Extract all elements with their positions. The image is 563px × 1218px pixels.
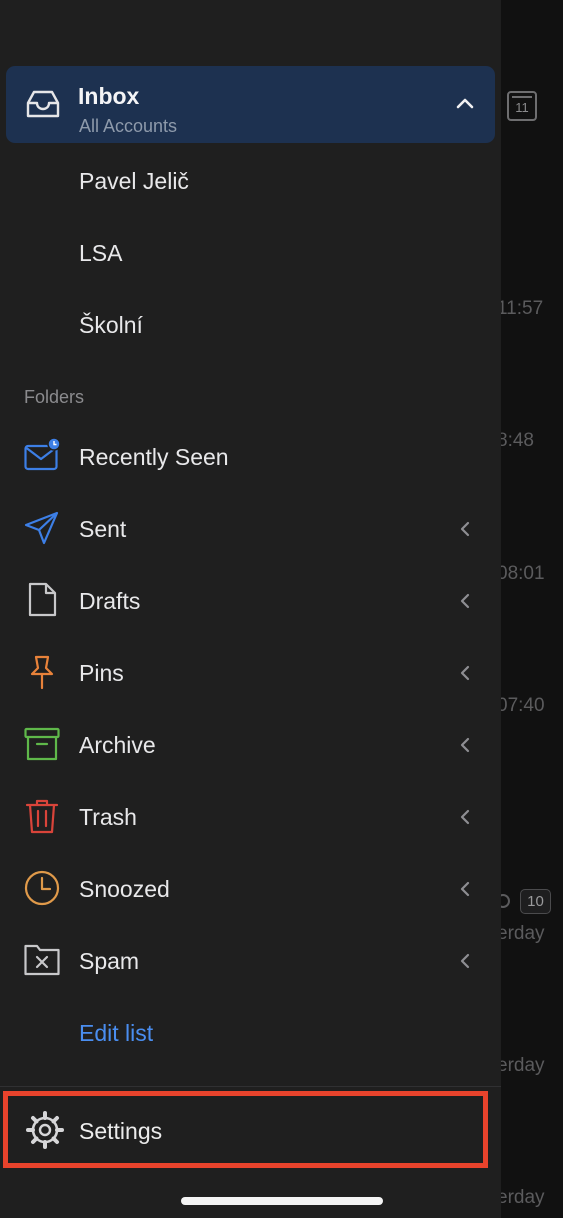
folder-label: Drafts [79,588,141,614]
thread-count-badge: 10 [520,889,551,914]
settings-button[interactable]: Settings [3,1091,488,1168]
account-item[interactable]: LSA [79,240,122,267]
spam-folder-icon [24,944,60,976]
folder-trash[interactable]: Trash [0,781,501,853]
pushpin-icon [30,655,54,690]
inbox-subtitle: All Accounts [79,116,178,136]
home-indicator[interactable] [181,1197,383,1205]
folder-sent[interactable]: Sent [0,493,501,565]
chevron-up-icon[interactable] [456,97,474,109]
folder-label: Archive [79,732,156,758]
message-time: erday [497,923,545,944]
folder-pins[interactable]: Pins [0,637,501,709]
message-time: 8:48 [497,430,534,451]
chevron-left-icon[interactable] [460,953,470,969]
account-item[interactable]: Pavel Jelič [79,168,189,195]
gear-icon [26,1111,64,1149]
chevron-left-icon[interactable] [460,881,470,897]
chevron-left-icon[interactable] [460,809,470,825]
inbox-title: Inbox [78,83,140,109]
message-time: erday [497,1055,545,1076]
archive-box-icon [24,727,60,761]
navigation-drawer: Inbox All Accounts Pavel Jelič LSA Školn… [0,0,501,1218]
inbox-all-accounts[interactable]: Inbox All Accounts [6,66,495,143]
folder-label: Snoozed [79,876,170,902]
folder-drafts[interactable]: Drafts [0,565,501,637]
message-time: 07:40 [497,695,545,716]
message-time: 11:57 [497,298,544,319]
folder-label: Spam [79,948,140,974]
folder-snoozed[interactable]: Snoozed [0,853,501,925]
divider [0,1086,501,1087]
chevron-left-icon[interactable] [460,521,470,537]
folder-spam[interactable]: Spam [0,925,501,997]
recently-seen-icon [24,438,60,471]
folder-label: Pins [79,660,124,686]
calendar-date: 11 [515,100,529,115]
chevron-left-icon[interactable] [460,737,470,753]
edit-list-link[interactable]: Edit list [79,1020,153,1047]
message-time: erday [497,1187,545,1208]
folder-label: Trash [79,804,137,830]
folder-label: Sent [79,516,127,542]
folder-archive[interactable]: Archive [0,709,501,781]
folders-header: Folders [24,387,85,407]
message-time: 08:01 [497,563,545,584]
folder-label: Recently Seen [79,444,229,470]
paper-plane-icon [24,511,59,545]
settings-label: Settings [79,1118,163,1144]
clock-icon [24,870,60,906]
account-item[interactable]: Školní [79,312,143,339]
chevron-left-icon[interactable] [460,665,470,681]
trash-icon [25,799,59,834]
inbox-tray-icon [26,90,60,118]
folder-recently-seen[interactable]: Recently Seen [0,421,501,493]
chevron-left-icon[interactable] [460,593,470,609]
calendar-icon[interactable]: 11 [507,91,537,121]
document-icon [28,582,57,617]
